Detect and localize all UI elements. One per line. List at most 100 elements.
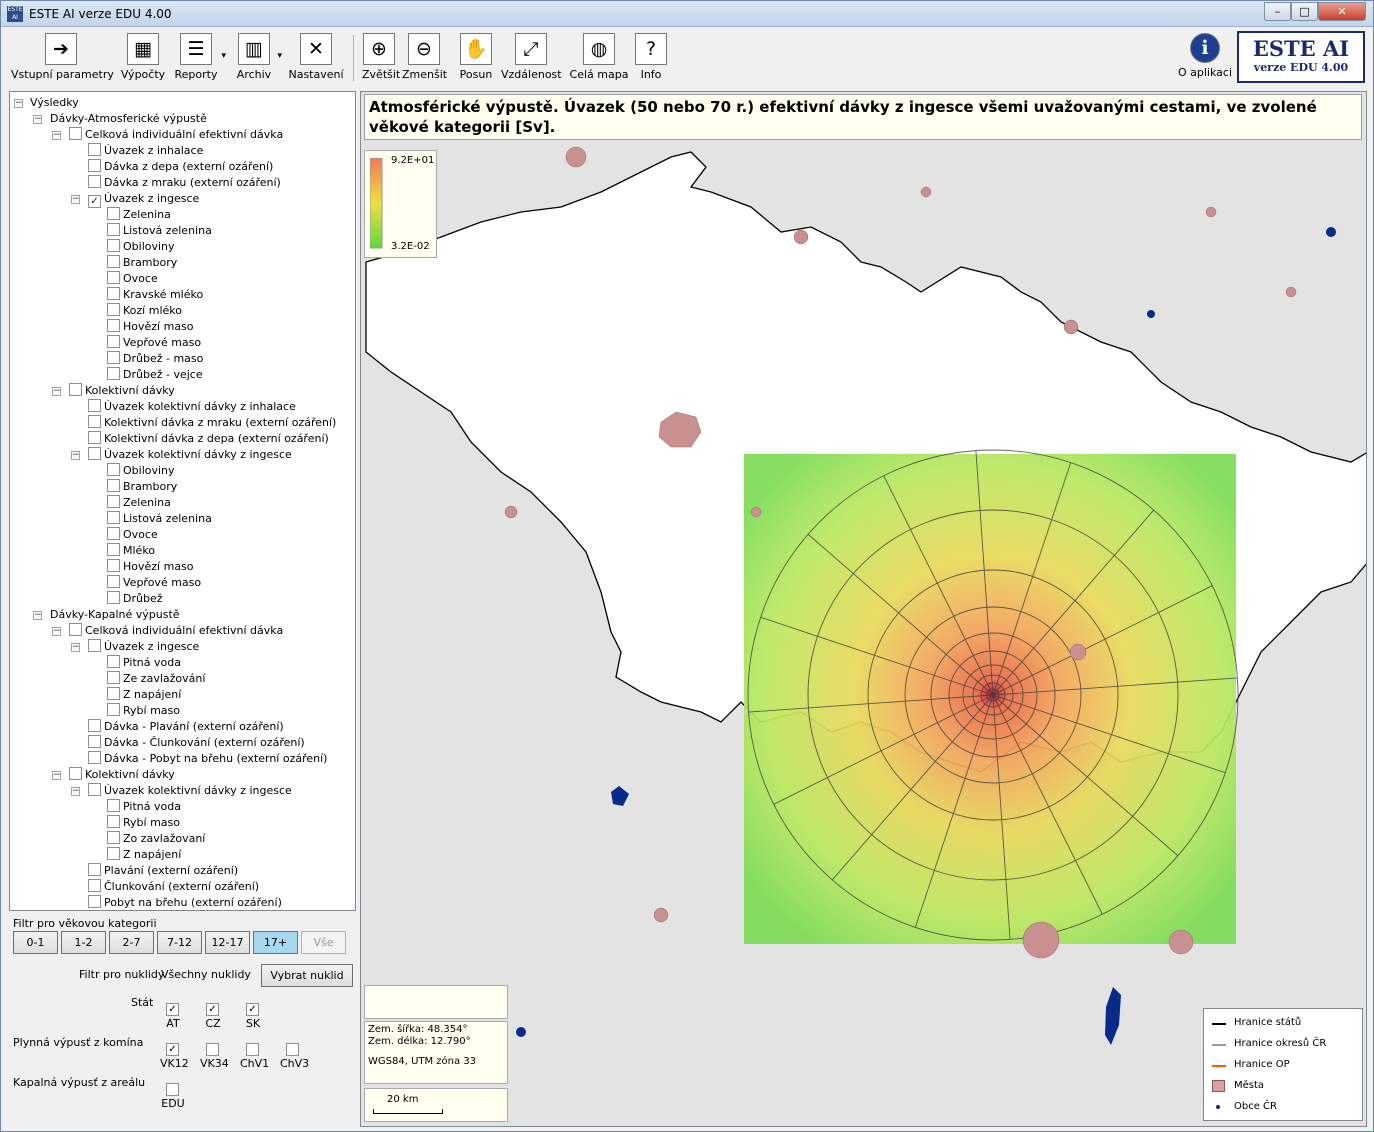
tree-item[interactable]: Úvazek z ingesce — [88, 639, 199, 655]
collapse-toggle-icon[interactable]: − — [71, 643, 80, 652]
tree-item[interactable]: Dávka - Člunkování (externí ozáření) — [88, 735, 305, 751]
tree-item[interactable]: Hovězí maso — [107, 559, 194, 575]
tree-item[interactable]: Ovoce — [107, 527, 158, 543]
tree-item[interactable]: Úvazek kolektivní dávky z inhalace — [88, 399, 296, 415]
tree-checkbox[interactable] — [88, 431, 101, 444]
tree-checkbox[interactable] — [88, 719, 101, 732]
about-button[interactable]: i O aplikaci — [1176, 33, 1234, 83]
collapse-toggle-icon[interactable]: − — [71, 451, 80, 460]
tree-checkbox[interactable] — [107, 559, 120, 572]
tree-item[interactable]: Rybí maso — [107, 815, 180, 831]
tree-item[interactable]: Brambory — [107, 479, 177, 495]
tree-item[interactable]: Plavání (externí ozáření) — [88, 863, 238, 879]
collapse-toggle-icon[interactable]: − — [71, 195, 80, 204]
age-button-6[interactable]: Vše — [301, 931, 346, 954]
tree-item[interactable]: Z napájení — [107, 687, 181, 703]
tree-checkbox[interactable] — [107, 351, 120, 364]
age-button-4[interactable]: 12-17 — [205, 931, 250, 954]
tree-checkbox[interactable] — [107, 207, 120, 220]
tree-checkbox[interactable] — [88, 863, 101, 876]
zmenšit-button[interactable]: ⊖ Zmenšit — [402, 33, 447, 83]
tree-checkbox[interactable] — [107, 847, 120, 860]
results-tree[interactable]: − Výsledky − Dávky-Atmosferické výpustě − Cel… — [9, 91, 356, 911]
tree-item[interactable]: ✓ Úvazek z ingesce — [88, 191, 199, 208]
tree-checkbox[interactable] — [69, 767, 82, 780]
tree-checkbox[interactable] — [69, 623, 82, 636]
map-view[interactable]: Atmosférické výpustě. Úvazek (50 nebo 70… — [360, 91, 1367, 1127]
states-checkbox-2[interactable]: ✓ — [246, 1003, 259, 1016]
tree-item[interactable]: Dávky-Atmosferické výpustě — [50, 111, 207, 127]
tree-checkbox[interactable] — [107, 255, 120, 268]
tree-item[interactable]: Obiloviny — [107, 239, 175, 255]
zvětšit-button[interactable]: ⊕ Zvětšit — [362, 33, 400, 83]
tree-item[interactable]: Mléko — [107, 543, 155, 559]
vstupní-parametry-button[interactable]: ➔ Vstupní parametry — [11, 33, 114, 83]
tree-item[interactable]: Úvazek kolektivní dávky z ingesce — [88, 783, 292, 799]
tree-item[interactable]: Zelenina — [107, 207, 171, 223]
tree-checkbox[interactable] — [88, 639, 101, 652]
info-button[interactable]: ? Info — [633, 33, 669, 83]
tree-item[interactable]: Dávka - Pobyt na břehu (externí ozáření) — [88, 751, 327, 767]
tree-item[interactable]: Pitná voda — [107, 655, 181, 671]
age-button-5[interactable]: 17+ — [253, 931, 298, 954]
tree-checkbox[interactable] — [107, 687, 120, 700]
liquid-checkbox-0[interactable] — [166, 1083, 179, 1096]
collapse-toggle-icon[interactable]: − — [52, 627, 61, 636]
tree-checkbox[interactable] — [107, 319, 120, 332]
tree-checkbox[interactable] — [107, 335, 120, 348]
tree-checkbox[interactable] — [107, 495, 120, 508]
tree-checkbox[interactable] — [88, 399, 101, 412]
tree-checkbox[interactable] — [88, 447, 101, 460]
collapse-toggle-icon[interactable]: − — [33, 611, 42, 620]
tree-checkbox[interactable] — [107, 527, 120, 540]
tree-checkbox[interactable] — [88, 751, 101, 764]
archiv-button[interactable]: ▥ Archiv ▾ — [234, 33, 282, 83]
collapse-toggle-icon[interactable]: − — [33, 115, 42, 124]
tree-checkbox[interactable] — [88, 895, 101, 908]
vzdálenost-button[interactable]: ⤢ Vzdálenost — [501, 33, 562, 83]
tree-checkbox[interactable] — [107, 703, 120, 716]
tree-checkbox[interactable] — [69, 383, 82, 396]
states-checkbox-1[interactable]: ✓ — [206, 1003, 219, 1016]
minimize-button[interactable]: – — [1264, 2, 1291, 21]
collapse-toggle-icon[interactable]: − — [52, 387, 61, 396]
states-checkbox-0[interactable]: ✓ — [166, 1003, 179, 1016]
tree-item[interactable]: Zo zavlažovaní — [107, 831, 205, 847]
tree-checkbox[interactable] — [88, 735, 101, 748]
tree-checkbox[interactable] — [107, 575, 120, 588]
tree-item[interactable]: Vepřové maso — [107, 335, 201, 351]
tree-checkbox[interactable] — [107, 287, 120, 300]
close-button[interactable]: ✕ — [1318, 2, 1366, 21]
select-nuclide-button[interactable]: Vybrat nuklid — [261, 964, 353, 987]
tree-item[interactable]: Dávky-Kapalné výpustě — [50, 607, 180, 623]
tree-checkbox[interactable] — [107, 543, 120, 556]
tree-checkbox[interactable] — [107, 463, 120, 476]
tree-item[interactable]: Dávka - Plavání (externí ozáření) — [88, 719, 284, 735]
tree-checkbox[interactable] — [88, 879, 101, 892]
gas-checkbox-0[interactable]: ✓ — [166, 1043, 179, 1056]
tree-item[interactable]: Drůbež - maso — [107, 351, 203, 367]
tree-item[interactable]: Listová zelenina — [107, 223, 212, 239]
tree-checkbox[interactable] — [88, 415, 101, 428]
tree-item[interactable]: Rybí maso — [107, 703, 180, 719]
tree-item[interactable]: Zelenina — [107, 495, 171, 511]
tree-item[interactable]: Úvazek kolektivní dávky z ingesce — [88, 447, 292, 463]
tree-checkbox[interactable] — [107, 223, 120, 236]
tree-checkbox[interactable] — [69, 127, 82, 140]
tree-item[interactable]: Drůbež - vejce — [107, 367, 203, 383]
tree-item[interactable]: Drůbež — [107, 591, 163, 607]
map-canvas[interactable] — [361, 92, 1367, 1127]
gas-checkbox-3[interactable] — [286, 1043, 299, 1056]
tree-item[interactable]: Listová zelenina — [107, 511, 212, 527]
collapse-toggle-icon[interactable]: − — [52, 131, 61, 140]
tree-item[interactable]: Dávka z mraku (externí ozáření) — [88, 175, 281, 191]
tree-item[interactable]: Kravské mléko — [107, 287, 203, 303]
tree-item[interactable]: Obiloviny — [107, 463, 175, 479]
tree-item[interactable]: Kolektivní dávka z depa (externí ozáření… — [88, 431, 329, 447]
tree-checkbox[interactable] — [88, 159, 101, 172]
tree-checkbox[interactable] — [107, 367, 120, 380]
age-button-0[interactable]: 0-1 — [13, 931, 58, 954]
tree-item[interactable]: Pobyt na břehu (externí ozáření) — [88, 895, 282, 910]
tree-checkbox[interactable] — [88, 175, 101, 188]
tree-checkbox[interactable] — [107, 815, 120, 828]
